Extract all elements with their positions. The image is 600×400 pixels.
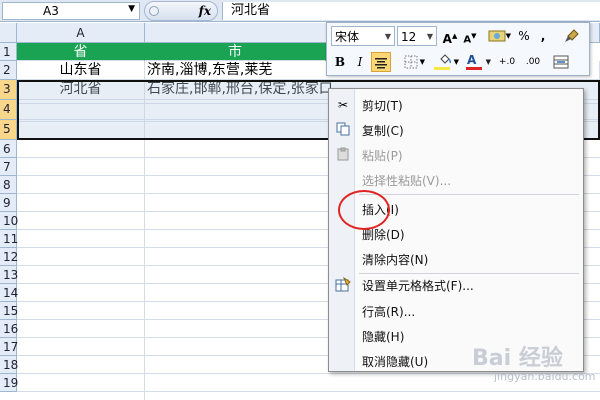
row-header[interactable]: 4	[0, 100, 17, 120]
chevron-down-icon[interactable]: ▼	[385, 27, 391, 47]
menu-item-paste-special[interactable]: 选择性粘贴(V)...	[329, 168, 585, 192]
name-box-value: A3	[43, 4, 59, 18]
row-header[interactable]: 19	[0, 374, 18, 392]
font-size-value: 12	[401, 30, 417, 44]
context-menu: ✂ 剪切(T) 复制(C) 粘贴(P) 选择性粘贴(V)... 插入(I) 删除…	[328, 88, 584, 372]
insert-function-button[interactable]: fx	[144, 1, 218, 21]
row-header[interactable]: 16	[0, 320, 18, 338]
menu-item-label: 剪切(T)	[362, 99, 403, 113]
resize-handle-icon[interactable]	[149, 6, 159, 16]
paintbrush-icon	[565, 29, 579, 42]
menu-item-label: 取消隐藏(U)	[362, 355, 429, 369]
row-header[interactable]: 2	[0, 61, 17, 80]
chevron-down-icon[interactable]: ▼	[506, 26, 511, 46]
cell-b1[interactable]: 市	[145, 43, 326, 61]
row-header[interactable]: 6	[0, 140, 17, 158]
menu-item-insert[interactable]: 插入(I)	[329, 197, 585, 221]
row-header[interactable]: 5	[0, 120, 17, 140]
cell-a3[interactable]: 河北省	[17, 80, 145, 100]
merge-cells-button[interactable]	[549, 52, 573, 72]
font-color-button[interactable]: A ▼	[463, 52, 491, 72]
menu-item-label: 删除(D)	[362, 228, 405, 242]
borders-button[interactable]: ▼	[397, 52, 425, 72]
menu-item-label: 设置单元格格式(F)...	[362, 279, 474, 293]
chevron-down-icon[interactable]: ▼	[420, 52, 425, 72]
chevron-down-icon[interactable]: ▼	[486, 52, 491, 72]
row-header[interactable]: 15	[0, 302, 18, 320]
align-center-button[interactable]	[371, 52, 391, 72]
row-header[interactable]: 13	[0, 266, 18, 284]
formula-input[interactable]: 河北省	[222, 2, 600, 20]
accounting-format-button[interactable]: ▼	[483, 26, 511, 46]
shrink-font-button[interactable]: A▼	[461, 26, 479, 46]
menu-item-cut[interactable]: ✂ 剪切(T)	[329, 93, 585, 117]
shrink-font-icon: A	[463, 34, 472, 46]
comma-style-button[interactable]: ,	[535, 26, 551, 46]
row-header[interactable]: 10	[0, 212, 18, 230]
menu-item-label: 行高(R)...	[362, 305, 416, 319]
scissors-icon: ✂	[337, 98, 349, 112]
bold-button[interactable]: B	[331, 52, 349, 72]
font-color-swatch	[466, 67, 482, 70]
format-painter-button[interactable]	[561, 26, 583, 46]
function-icon: fx	[198, 4, 211, 18]
row-header[interactable]: 18	[0, 356, 18, 374]
row-header[interactable]: 12	[0, 248, 18, 266]
name-box[interactable]: A3 ▼	[2, 2, 140, 20]
menu-item-clear-contents[interactable]: 清除内容(N)	[329, 247, 585, 271]
select-all-corner[interactable]	[0, 23, 17, 43]
watermark-brand: Bai 经验	[472, 346, 563, 371]
chevron-down-icon[interactable]: ▼	[427, 27, 433, 47]
menu-item-label: 隐藏(H)	[362, 330, 405, 344]
align-center-icon	[375, 58, 387, 69]
fill-color-button[interactable]: ▼	[431, 52, 459, 72]
menu-item-label: 清除内容(N)	[362, 253, 429, 267]
row-header[interactable]: 3	[0, 80, 17, 100]
italic-button[interactable]: I	[351, 52, 369, 72]
menu-item-label: 复制(C)	[362, 124, 404, 138]
chevron-down-icon[interactable]: ▼	[128, 4, 135, 14]
row-header[interactable]: 8	[0, 176, 17, 194]
decrease-decimal-button[interactable]: .00	[521, 52, 545, 72]
row-header[interactable]: 9	[0, 194, 17, 212]
watermark-logo: Bai 经验 jingyan.baidu.com	[472, 340, 596, 388]
menu-item-paste[interactable]: 粘贴(P)	[329, 143, 585, 167]
font-name-value: 宋体	[335, 30, 360, 44]
menu-item-label: 选择性粘贴(V)...	[362, 174, 452, 188]
font-name-select[interactable]: 宋体 ▼	[331, 26, 395, 46]
cell-a2[interactable]: 山东省	[17, 61, 145, 80]
cell-a1[interactable]: 省	[17, 43, 145, 61]
menu-separator	[359, 194, 579, 195]
grow-font-icon: A	[442, 32, 452, 46]
paint-bucket-icon	[440, 54, 452, 64]
grow-font-button[interactable]: A▲	[441, 26, 459, 46]
row-header[interactable]: 7	[0, 158, 17, 176]
font-size-select[interactable]: 12 ▼	[397, 26, 437, 46]
menu-item-row-height[interactable]: 行高(R)...	[329, 299, 585, 323]
money-icon	[488, 30, 506, 42]
row-header[interactable]: 14	[0, 284, 18, 302]
menu-item-copy[interactable]: 复制(C)	[329, 118, 585, 142]
row-header[interactable]: 1	[0, 43, 17, 61]
percent-style-button[interactable]: %	[515, 26, 533, 46]
menu-item-label: 粘贴(P)	[362, 149, 403, 163]
column-header-a[interactable]: A	[17, 23, 145, 43]
row-header[interactable]: 11	[0, 230, 18, 248]
copy-icon	[335, 122, 351, 138]
menu-item-format-cells[interactable]: 设置单元格格式(F)...	[329, 273, 585, 297]
watermark-url: jingyan.baidu.com	[494, 370, 596, 383]
menu-item-delete[interactable]: 删除(D)	[329, 222, 585, 246]
formula-bar: A3 ▼ fx 河北省	[0, 0, 600, 22]
fill-color-swatch	[434, 67, 450, 70]
border-icon	[404, 55, 418, 69]
row-header[interactable]: 17	[0, 338, 18, 356]
mini-toolbar: 宋体 ▼ 12 ▼ A▲ A▼ ▼ % , B I ▼ ▼ A ▼ +.0 .0…	[326, 22, 590, 76]
increase-decimal-button[interactable]: +.0	[495, 52, 519, 72]
chevron-down-icon[interactable]: ▼	[454, 52, 459, 72]
clipboard-icon	[335, 147, 351, 163]
merge-cells-icon	[553, 55, 569, 69]
menu-item-label: 插入(I)	[362, 203, 399, 217]
format-cells-icon	[335, 276, 351, 293]
